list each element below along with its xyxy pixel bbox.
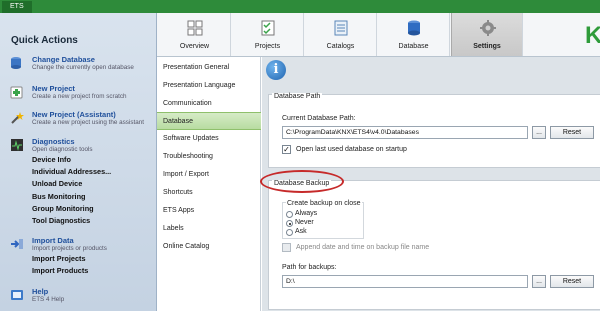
category-labels[interactable]: Labels xyxy=(157,220,261,238)
category-online-catalog[interactable]: Online Catalog xyxy=(157,238,261,256)
category-communication[interactable]: Communication xyxy=(157,95,261,113)
append-datetime-checkbox[interactable] xyxy=(282,243,291,252)
tab-label: Database xyxy=(398,43,429,50)
category-presentation-language[interactable]: Presentation Language xyxy=(157,77,261,95)
knx-logo-icon: K xyxy=(585,22,600,47)
brand-letter: K xyxy=(585,22,600,47)
app-tab[interactable]: ETS xyxy=(2,1,32,13)
backup-ask-radio[interactable] xyxy=(286,229,293,236)
backup-path-field[interactable]: D:\ xyxy=(282,275,528,288)
category-troubleshooting[interactable]: Troubleshooting xyxy=(157,148,261,166)
tab-label: Catalogs xyxy=(326,43,355,50)
action-desc: ETS 4 Help xyxy=(32,296,65,303)
tab-overview[interactable]: Overview xyxy=(159,13,231,56)
category-import-export[interactable]: Import / Export xyxy=(157,166,261,184)
backup-always-label: Always xyxy=(295,210,318,217)
diag-item-device-info[interactable]: Device Info xyxy=(32,155,71,164)
overview-icon xyxy=(187,20,203,36)
quick-actions-sidebar: Quick Actions Change Database Change the… xyxy=(0,13,157,311)
tab-projects[interactable]: Projects xyxy=(232,13,304,56)
settings-category-list: Presentation General Presentation Langua… xyxy=(157,57,261,311)
diag-item-bus-monitoring[interactable]: Bus Monitoring xyxy=(32,192,86,201)
current-path-field[interactable]: C:\ProgramData\KNX\ETS4\v4.0\Databases xyxy=(282,126,528,139)
diagnostics-icon xyxy=(11,139,23,151)
catalogs-icon xyxy=(334,20,348,36)
tab-catalogs[interactable]: Catalogs xyxy=(305,13,377,56)
browse-backup-button[interactable]: ... xyxy=(532,275,546,288)
backup-path-label: Path for backups: xyxy=(282,264,337,271)
action-desc: Import projects or products xyxy=(32,245,107,252)
help-icon xyxy=(11,290,23,300)
browse-path-button[interactable]: ... xyxy=(532,126,546,139)
category-shortcuts[interactable]: Shortcuts xyxy=(157,184,261,202)
action-desc: Create a new project from scratch xyxy=(32,93,127,100)
backup-never-radio[interactable] xyxy=(286,220,293,227)
settings-gear-icon xyxy=(480,20,496,36)
highlight-ellipse xyxy=(260,170,344,193)
category-database[interactable]: Database xyxy=(157,112,261,130)
backup-always-radio[interactable] xyxy=(286,211,293,218)
reset-backup-button[interactable]: Reset xyxy=(550,275,594,288)
category-software-updates[interactable]: Software Updates xyxy=(157,130,261,148)
tab-label: Overview xyxy=(179,43,210,50)
open-last-checkbox[interactable]: ✓ xyxy=(282,145,291,154)
category-ets-apps[interactable]: ETS Apps xyxy=(157,202,261,220)
action-desc: Change the currently open database xyxy=(32,64,134,71)
database-change-icon xyxy=(11,57,21,69)
wizard-icon xyxy=(11,112,24,124)
title-bar: ETS xyxy=(0,0,600,13)
action-desc: Create a new project using the assistant xyxy=(32,119,145,126)
top-navigation: Overview Projects Catalogs Database Sett… xyxy=(157,13,600,57)
diag-item-group-monitoring[interactable]: Group Monitoring xyxy=(32,204,94,213)
tab-settings[interactable]: Settings xyxy=(451,13,523,56)
action-title[interactable]: New Project xyxy=(32,84,75,93)
backup-never-label: Never xyxy=(295,219,314,226)
database-icon xyxy=(408,20,420,36)
database-path-legend: Database Path xyxy=(272,93,323,100)
diag-item-tool-diagnostics[interactable]: Tool Diagnostics xyxy=(32,216,90,225)
reset-path-button[interactable]: Reset xyxy=(550,126,594,139)
action-desc: Open diagnostic tools xyxy=(32,146,93,153)
new-project-icon xyxy=(10,86,23,99)
append-datetime-label: Append date and time on backup file name xyxy=(296,244,430,251)
tab-label: Projects xyxy=(254,43,281,50)
current-path-label: Current Database Path: xyxy=(282,115,356,122)
category-presentation-general[interactable]: Presentation General xyxy=(157,59,261,77)
backup-ask-label: Ask xyxy=(295,228,307,235)
info-icon: i xyxy=(266,60,286,80)
action-title[interactable]: Diagnostics xyxy=(32,137,75,146)
import-item-projects[interactable]: Import Projects xyxy=(32,254,86,263)
action-title[interactable]: Help xyxy=(32,287,48,296)
diag-item-unload-device[interactable]: Unload Device xyxy=(32,179,82,188)
tab-database[interactable]: Database xyxy=(378,13,450,56)
action-title[interactable]: Change Database xyxy=(32,55,95,64)
tab-label: Settings xyxy=(473,43,501,50)
action-title[interactable]: Import Data xyxy=(32,236,74,245)
projects-icon xyxy=(261,20,275,36)
import-icon xyxy=(11,239,23,249)
import-item-products[interactable]: Import Products xyxy=(32,266,88,275)
diag-item-individual-addresses[interactable]: Individual Addresses... xyxy=(32,167,111,176)
create-backup-label: Create backup on close xyxy=(286,200,362,207)
sidebar-title: Quick Actions xyxy=(11,35,78,46)
action-title[interactable]: New Project (Assistant) xyxy=(32,110,116,119)
open-last-label: Open last used database on startup xyxy=(296,146,407,153)
